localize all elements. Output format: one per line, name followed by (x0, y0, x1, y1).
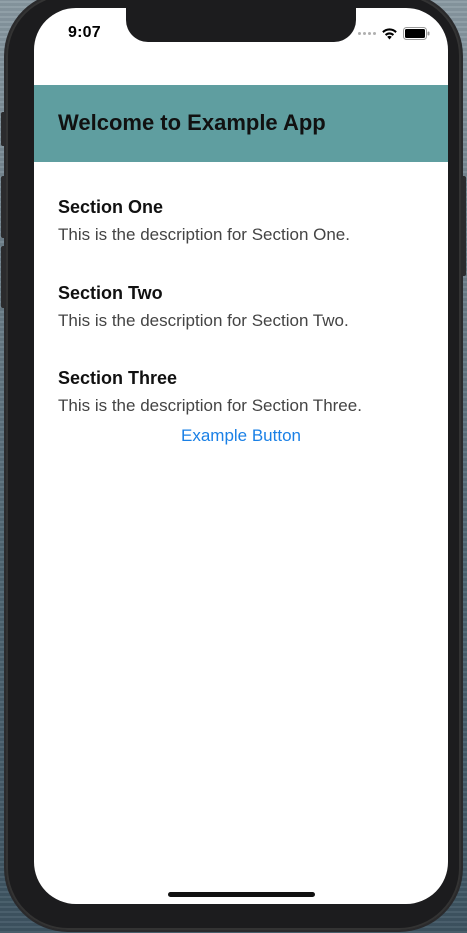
volume-up-button (1, 176, 6, 238)
power-button (461, 176, 466, 276)
section-two: Section Two This is the description for … (58, 282, 428, 331)
status-time: 9:07 (68, 24, 101, 41)
app-screen: 9:07 Welcome to Example App Section One … (34, 8, 448, 904)
section-title: Section Three (58, 368, 178, 388)
mute-switch (1, 112, 6, 146)
wifi-icon (382, 28, 397, 40)
phone-frame: 9:07 Welcome to Example App Section One … (1, 0, 466, 930)
section-three: Section Three This is the description fo… (58, 367, 428, 416)
home-indicator[interactable] (168, 892, 315, 897)
section-description: This is the description for Section Two. (58, 311, 349, 330)
header-title: Welcome to Example App (58, 110, 326, 135)
notch (126, 8, 356, 42)
volume-down-button (1, 246, 6, 308)
signal-dots-icon (358, 32, 376, 35)
status-icons (358, 27, 430, 40)
example-button[interactable]: Example Button (34, 426, 448, 446)
section-title: Section One (58, 197, 164, 217)
section-description: This is the description for Section Thre… (58, 396, 362, 415)
section-title: Section Two (58, 283, 163, 303)
battery-icon (403, 27, 430, 40)
section-one: Section One This is the description for … (58, 196, 428, 245)
section-description: This is the description for Section One. (58, 225, 350, 244)
app-header: Welcome to Example App (34, 85, 448, 162)
